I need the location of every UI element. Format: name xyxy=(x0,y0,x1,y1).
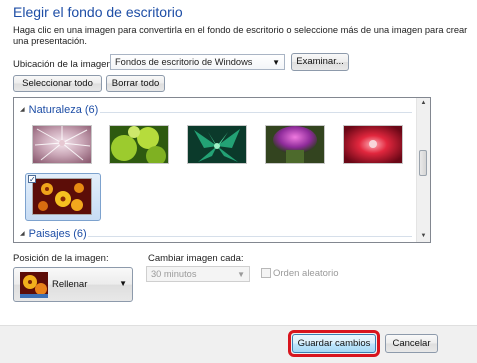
chevron-down-icon: ▼ xyxy=(119,279,127,288)
wallpaper-thumbnail[interactable] xyxy=(32,125,92,164)
wallpaper-image-white-flower xyxy=(33,126,91,163)
shuffle-label: Orden aleatorio xyxy=(273,268,339,279)
fill-preview-icon xyxy=(20,272,48,298)
page-description: Haga clic en una imagen para convertirla… xyxy=(13,25,468,46)
selected-wallpaper-thumbnail[interactable]: ✓ xyxy=(25,173,101,221)
wallpaper-thumbnail[interactable] xyxy=(265,125,325,164)
group-divider xyxy=(100,112,412,113)
position-label: Posición de la imagen: xyxy=(13,253,109,264)
browse-button[interactable]: Examinar... xyxy=(291,53,349,71)
page-title: Elegir el fondo de escritorio xyxy=(13,4,183,20)
wallpaper-gallery[interactable]: ◢ Naturaleza (6) ✓ ◢ Paisajes (6) ▲ ▼ xyxy=(13,97,431,243)
wallpaper-image-red-dahlia xyxy=(344,126,402,163)
location-label: Ubicación de la imagen: xyxy=(13,59,115,70)
position-dropdown[interactable]: Rellenar ▼ xyxy=(13,267,133,302)
scrollbar-thumb[interactable] xyxy=(419,150,427,176)
interval-dropdown[interactable]: 30 minutos ▼ xyxy=(146,266,250,282)
group-header-naturaleza[interactable]: ◢ Naturaleza (6) xyxy=(20,104,98,116)
scroll-down-arrow-icon[interactable]: ▼ xyxy=(417,231,430,242)
gallery-scrollbar[interactable]: ▲ ▼ xyxy=(416,98,430,242)
chevron-down-icon: ▼ xyxy=(272,58,280,67)
position-value: Rellenar xyxy=(52,279,88,290)
wallpaper-image-green-buds xyxy=(110,126,168,166)
scroll-up-arrow-icon[interactable]: ▲ xyxy=(417,98,430,109)
wallpaper-thumbnail[interactable] xyxy=(187,125,247,164)
cancel-button[interactable]: Cancelar xyxy=(385,334,438,353)
group-divider xyxy=(88,236,412,237)
interval-label: Cambiar imagen cada: xyxy=(148,253,244,264)
chevron-down-icon: ▼ xyxy=(237,270,245,279)
wallpaper-image-green-succulent xyxy=(188,126,246,163)
save-button[interactable]: Guardar cambios xyxy=(292,334,376,353)
checkmark-icon[interactable]: ✓ xyxy=(28,175,36,184)
wallpaper-image-purple-thistle xyxy=(266,126,324,163)
group-header-paisajes[interactable]: ◢ Paisajes (6) xyxy=(20,228,87,240)
collapse-triangle-icon[interactable]: ◢ xyxy=(20,231,25,237)
wallpaper-thumbnail[interactable] xyxy=(343,125,403,164)
wallpaper-thumbnail[interactable] xyxy=(109,125,169,166)
location-value: Fondos de escritorio de Windows xyxy=(115,57,253,67)
clear-all-button[interactable]: Borrar todo xyxy=(106,75,165,92)
collapse-triangle-icon[interactable]: ◢ xyxy=(20,107,25,113)
wallpaper-image-orange-flowers xyxy=(33,179,91,214)
shuffle-checkbox[interactable] xyxy=(261,268,271,278)
location-dropdown[interactable]: Fondos de escritorio de Windows ▼ xyxy=(110,54,285,70)
select-all-button[interactable]: Seleccionar todo xyxy=(13,75,102,92)
interval-value: 30 minutos xyxy=(151,269,197,279)
wallpaper-thumbnail xyxy=(32,178,92,215)
